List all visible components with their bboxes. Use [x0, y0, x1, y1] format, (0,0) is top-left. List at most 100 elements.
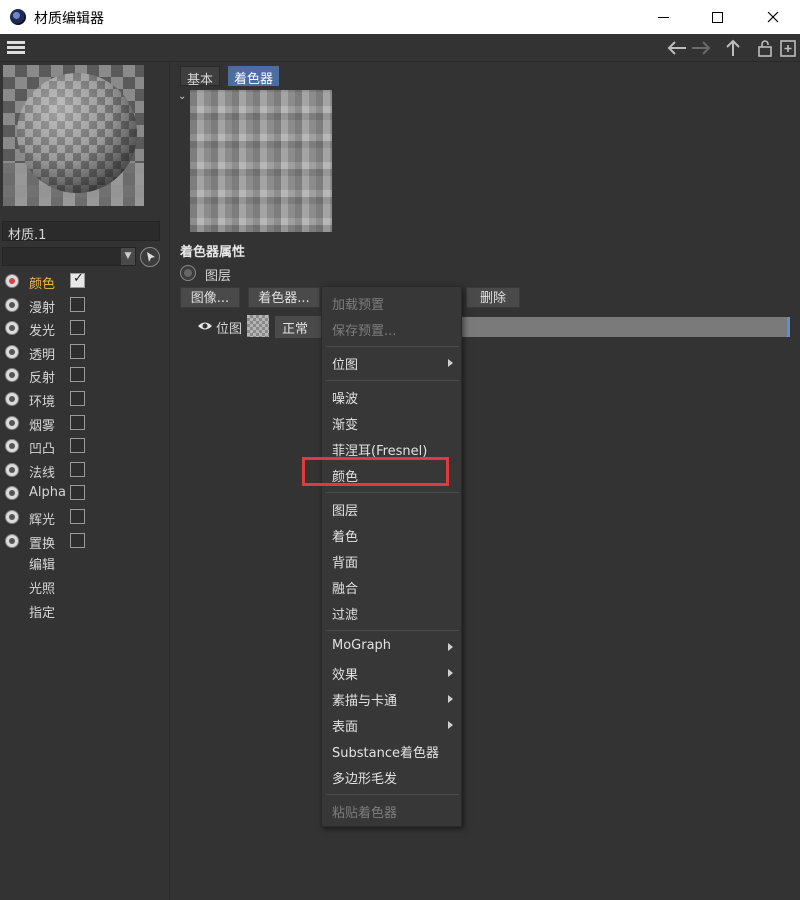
menu-item-backface[interactable]: 背面	[332, 552, 358, 571]
shader-properties-title: 着色器属性	[180, 245, 246, 260]
tab-shader[interactable]: 着色器	[228, 66, 280, 87]
channel-checkbox[interactable]	[70, 532, 85, 548]
channel-radio[interactable]	[5, 415, 19, 430]
layer-label: 图层	[205, 269, 232, 284]
submenu-arrow-icon	[448, 669, 453, 677]
close-icon	[767, 11, 779, 23]
channel-row[interactable]: 辉光	[0, 506, 170, 530]
channel-row[interactable]: 发光	[0, 317, 170, 341]
channel-radio[interactable]	[5, 391, 19, 406]
channel-checkbox[interactable]	[70, 508, 85, 524]
channel-radio[interactable]	[5, 462, 19, 477]
forward-arrow-icon[interactable]	[690, 38, 712, 58]
menu-item-sketch-toon[interactable]: 素描与卡通	[332, 690, 397, 709]
bitmap-thumbnail	[247, 315, 269, 337]
channel-checkbox[interactable]	[70, 390, 85, 406]
channel-checkbox[interactable]	[70, 271, 85, 288]
minimize-button[interactable]	[640, 0, 686, 34]
material-name-field[interactable]: 材质.1	[2, 221, 160, 243]
shader-context-menu: 加载预置 保存预置... 位图 噪波 渐变 菲涅耳(Fresnel) 颜色 图层…	[321, 286, 462, 827]
channel-row[interactable]: 烟雾	[0, 412, 170, 436]
menu-item-save-preset: 保存预置...	[332, 324, 397, 339]
channel-checkbox[interactable]	[70, 296, 85, 312]
channel-checkbox[interactable]	[70, 461, 85, 477]
channel-row[interactable]: 颜色	[0, 270, 170, 294]
preview-sphere	[17, 73, 137, 193]
opacity-slider[interactable]	[462, 317, 790, 337]
maximize-button[interactable]	[694, 0, 740, 34]
menu-item-surfaces[interactable]: 表面	[332, 716, 358, 735]
channel-checkbox[interactable]	[70, 414, 85, 430]
shader-button[interactable]: 着色器...	[248, 287, 320, 308]
submenu-arrow-icon	[448, 643, 453, 651]
assign-item[interactable]: 指定	[29, 602, 55, 621]
menu-item-mograph[interactable]: MoGraph	[332, 638, 391, 653]
left-panel: 材质.1 ▼ 颜色 漫射 发光 透明 反射	[0, 62, 170, 900]
channel-label: 透明	[29, 347, 56, 363]
channel-row[interactable]: 反射	[0, 364, 170, 388]
menu-item-filter[interactable]: 过滤	[332, 604, 358, 623]
channel-row[interactable]: 置换	[0, 530, 170, 554]
delete-button[interactable]: 删除	[466, 287, 520, 308]
channel-radio[interactable]	[5, 439, 19, 454]
toolbar	[0, 34, 800, 62]
channel-radio[interactable]	[5, 297, 19, 312]
lock-icon[interactable]	[754, 38, 776, 58]
channel-row[interactable]: 环境	[0, 388, 170, 412]
material-dropdown[interactable]: ▼	[2, 247, 136, 266]
channel-checkbox[interactable]	[70, 320, 85, 336]
channel-label: 发光	[29, 324, 56, 340]
menu-item-hair[interactable]: 多边形毛发	[332, 768, 397, 787]
tab-basic[interactable]: 基本	[180, 66, 221, 88]
eye-icon[interactable]	[197, 319, 213, 333]
channel-row[interactable]: 透明	[0, 341, 170, 365]
layer-radio[interactable]	[180, 265, 196, 281]
up-arrow-icon[interactable]	[722, 38, 744, 58]
blend-mode-dropdown[interactable]: 正常	[275, 316, 325, 338]
channel-radio[interactable]	[5, 486, 19, 501]
menu-item-fusion[interactable]: 融合	[332, 578, 358, 597]
chevron-down-icon: ▼	[121, 248, 135, 265]
menu-separator	[326, 346, 459, 347]
channel-radio[interactable]	[5, 509, 19, 524]
window-title: 材质编辑器	[34, 11, 104, 27]
menu-item-layer[interactable]: 图层	[332, 500, 358, 519]
channel-label: 凹凸	[29, 442, 56, 458]
menu-item-colorize[interactable]: 着色	[332, 526, 358, 545]
illumination-item[interactable]: 光照	[29, 578, 55, 597]
channel-row[interactable]: 凹凸	[0, 435, 170, 459]
menu-item-bitmap[interactable]: 位图	[332, 354, 358, 373]
menu-item-effects[interactable]: 效果	[332, 664, 358, 683]
channel-row[interactable]: Alpha	[0, 482, 170, 506]
menu-item-paste-shader: 粘贴着色器	[332, 806, 398, 821]
title-bar: 材质编辑器	[0, 0, 800, 34]
menu-item-substance[interactable]: Substance着色器	[332, 742, 439, 761]
collapse-arrow-icon[interactable]: ⌄	[178, 91, 186, 102]
channel-radio[interactable]	[5, 274, 19, 288]
channel-radio[interactable]	[5, 368, 19, 383]
back-arrow-icon[interactable]	[666, 38, 688, 58]
new-window-icon[interactable]	[777, 38, 799, 58]
channel-checkbox[interactable]	[70, 438, 85, 454]
channel-radio[interactable]	[5, 321, 19, 336]
menu-item-load-preset: 加载预置	[332, 298, 385, 313]
minimize-icon	[657, 16, 669, 18]
image-button[interactable]: 图像...	[180, 287, 240, 308]
pick-cursor-button[interactable]	[140, 247, 160, 267]
edit-item[interactable]: 编辑	[29, 554, 55, 573]
channel-radio[interactable]	[5, 533, 19, 548]
channel-checkbox[interactable]	[70, 485, 85, 501]
channel-label: 法线	[29, 465, 56, 481]
menu-item-gradient[interactable]: 渐变	[332, 414, 358, 433]
menu-icon[interactable]	[7, 41, 25, 55]
channel-row[interactable]: 法线	[0, 459, 170, 483]
channel-checkbox[interactable]	[70, 367, 85, 383]
channel-label: 颜色	[29, 277, 56, 292]
channel-checkbox[interactable]	[70, 343, 85, 359]
channel-radio[interactable]	[5, 344, 19, 359]
menu-item-noise[interactable]: 噪波	[332, 388, 358, 407]
cinema4d-app-icon	[10, 9, 26, 25]
close-button[interactable]	[750, 0, 796, 34]
red-highlight-box	[302, 457, 449, 486]
channel-row[interactable]: 漫射	[0, 294, 170, 318]
